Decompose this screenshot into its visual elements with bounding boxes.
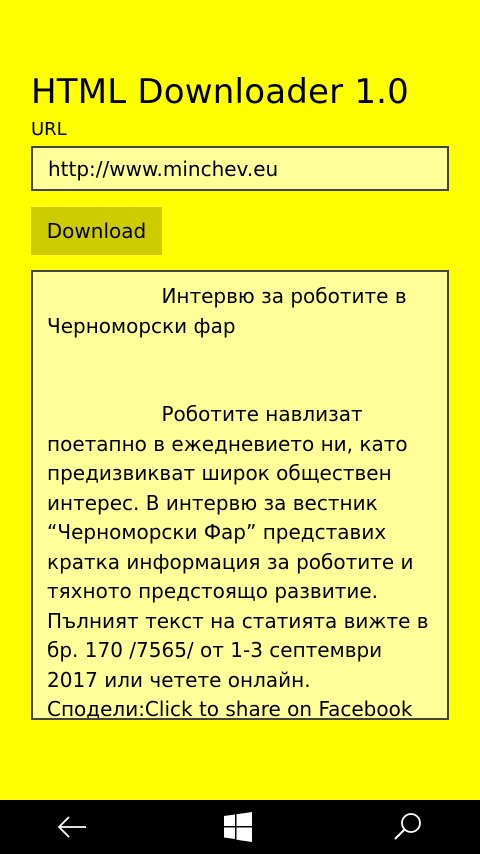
back-arrow-icon	[57, 816, 86, 838]
search-button[interactable]	[368, 800, 448, 854]
downloaded-content-text: Интервю за роботите в Черноморски фар Ро…	[47, 284, 429, 720]
search-icon	[394, 813, 421, 840]
downloaded-content-box[interactable]: Интервю за роботите в Черноморски фар Ро…	[31, 270, 449, 720]
url-input[interactable]	[31, 146, 449, 191]
start-button[interactable]	[198, 800, 278, 854]
back-button[interactable]	[32, 800, 112, 854]
navigation-bar	[0, 800, 480, 854]
app-title: HTML Downloader 1.0	[31, 72, 409, 112]
url-label: URL	[31, 119, 67, 140]
windows-logo-icon	[224, 812, 252, 842]
download-button[interactable]: Download	[31, 207, 162, 255]
